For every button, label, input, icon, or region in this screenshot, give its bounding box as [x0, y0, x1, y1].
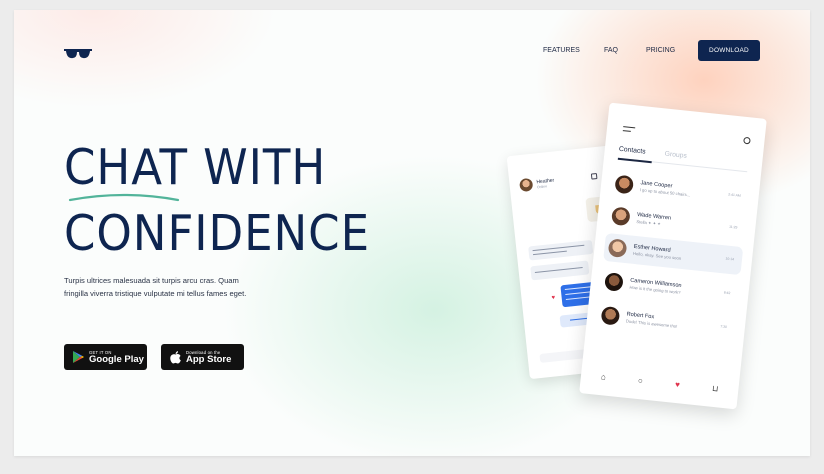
heart-icon: ♥: [551, 295, 556, 302]
chat-header: Heather Online: [519, 176, 555, 193]
google-play-button[interactable]: GET IT ON Google Play: [64, 344, 147, 370]
sunglasses-icon[interactable]: [64, 47, 92, 65]
tab-contacts[interactable]: Contacts: [618, 146, 645, 156]
nav-faq-link[interactable]: FAQ: [604, 47, 618, 54]
nav-pricing-link[interactable]: PRICING: [646, 47, 675, 54]
chat-icon[interactable]: ○: [638, 376, 644, 385]
app-store-button[interactable]: Download on the App Store: [161, 344, 244, 370]
google-play-label: Google Play: [89, 353, 144, 365]
contact-time: 2:41 AM: [728, 192, 741, 198]
landing-page: FEATURES FAQ PRICING DOWNLOAD CHAT WITH …: [14, 10, 810, 456]
bottom-nav: ⌂ ○ ♥ ⊔: [601, 372, 719, 393]
apple-icon: [170, 350, 181, 364]
download-button[interactable]: DOWNLOAD: [698, 40, 760, 61]
contact-item[interactable]: Robert Fox Dude! This is awesome tho! 7:…: [596, 301, 736, 343]
avatar: [614, 174, 635, 195]
cart-icon[interactable]: ⊔: [712, 384, 719, 394]
contacts-phone-mockup: Contacts Groups Jane Cooper I go up to a…: [579, 102, 767, 410]
google-play-icon: [73, 351, 84, 363]
hero-title-line-1: CHAT WITH: [64, 139, 327, 196]
call-icon[interactable]: [590, 173, 598, 180]
message-bubble: [528, 239, 594, 261]
home-icon[interactable]: ⌂: [601, 372, 607, 381]
hero-description-line-2: fringilla viverra tristique vulputate mi…: [64, 289, 247, 298]
hero-description-line-1: Turpis ultrices malesuada sit turpis arc…: [64, 276, 239, 285]
heart-icon[interactable]: ♥: [675, 380, 681, 389]
contact-time: 10:14: [725, 256, 735, 262]
hero-underline-decoration: [68, 193, 180, 202]
hero-description: Turpis ultrices malesuada sit turpis arc…: [64, 274, 304, 300]
message-bubble: [530, 260, 590, 281]
avatar: [519, 177, 534, 193]
avatar: [604, 272, 624, 292]
hero-title-line-2: CONFIDENCE: [64, 205, 370, 262]
avatar: [607, 238, 628, 259]
active-tab-indicator: [617, 157, 652, 163]
tab-groups[interactable]: Groups: [664, 151, 687, 160]
contact-time: 8:42: [723, 290, 731, 296]
search-icon[interactable]: [743, 136, 751, 145]
contact-time: 7:30: [720, 324, 728, 330]
menu-icon[interactable]: [622, 126, 636, 134]
app-store-label: App Store: [186, 353, 232, 365]
contact-time: 11:29: [728, 224, 738, 230]
avatar: [610, 206, 631, 227]
nav-features-link[interactable]: FEATURES: [543, 47, 580, 54]
avatar: [600, 305, 621, 326]
